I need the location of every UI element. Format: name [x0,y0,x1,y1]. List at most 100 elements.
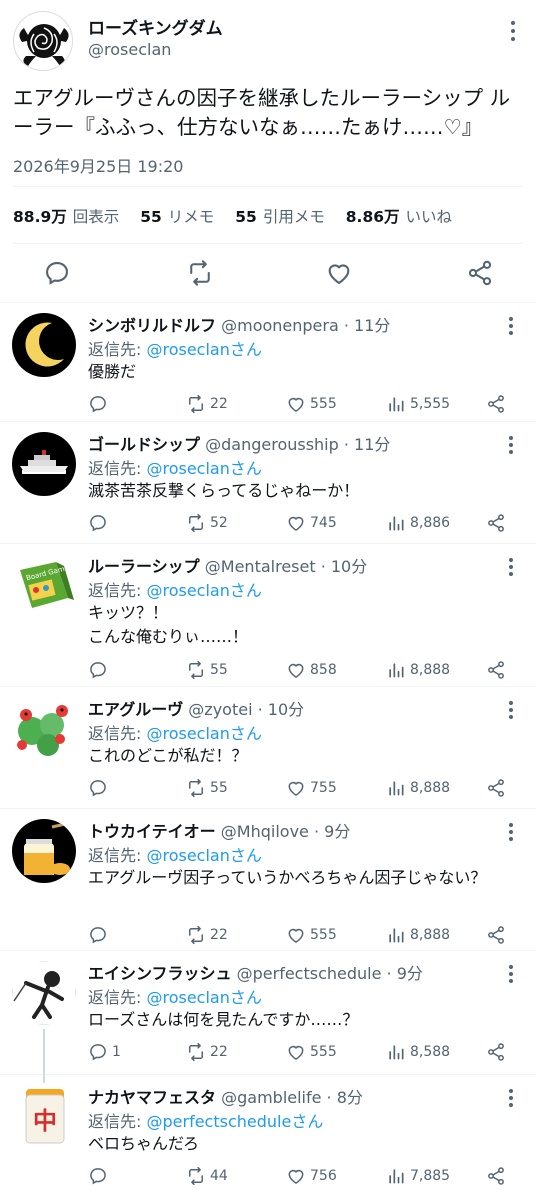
like-button[interactable]: 555 [286,1041,337,1063]
main-author-name[interactable]: ローズキングダム [88,14,223,39]
like-count: 756 [310,1168,337,1184]
reply-author-name[interactable]: ゴールドシップ [88,435,200,454]
thread-line [43,1029,45,1075]
reply-to-link[interactable]: @roseclanさん [146,724,261,743]
rose-avatar[interactable] [13,11,73,71]
reply-author-name[interactable]: トウカイテイオー [88,822,216,841]
reply-author[interactable]: トウカイテイオー @Mhqilove · 9分 [88,818,350,842]
more-options-icon[interactable] [503,821,519,843]
more-options-icon[interactable] [503,556,519,578]
reply-to-link[interactable]: @roseclanさん [146,459,261,478]
like-button[interactable]: 755 [286,777,337,799]
reply-to-link[interactable]: @roseclanさん [146,581,261,600]
reply-tweet[interactable]: トウカイテイオー @Mhqilove · 9分 返信先: @roseclanさん… [0,809,536,951]
repost-button[interactable]: 22 [186,1041,228,1063]
reply-to-link[interactable]: @perfectscheduleさん [146,1112,323,1131]
reply-button[interactable] [88,924,112,946]
reply-to-link[interactable]: @roseclanさん [146,988,261,1007]
quotes-label[interactable]: 引用メモ [263,208,325,226]
more-options-icon[interactable] [505,18,521,44]
share-button[interactable] [486,777,506,799]
share-button[interactable] [486,1165,506,1187]
like-icon[interactable] [325,259,353,287]
reply-author-name[interactable]: エアグルーヴ [88,700,183,719]
share-button[interactable] [486,924,506,946]
quotes-count[interactable]: 55 [235,208,257,226]
reply-author[interactable]: ゴールドシップ @dangerousship · 11分 [88,431,390,455]
more-options-icon[interactable] [503,315,519,337]
reply-author[interactable]: エイシンフラッシュ @perfectschedule · 9分 [88,960,423,984]
like-button[interactable]: 555 [286,924,337,946]
repost-icon[interactable] [186,259,214,287]
honey-avatar[interactable] [12,819,76,883]
reply-to-link[interactable]: @roseclanさん [146,340,261,359]
ship-avatar[interactable] [12,432,76,496]
likes-count[interactable]: 8.86万 [346,208,400,226]
reply-button[interactable] [88,512,112,534]
reply-author[interactable]: エアグルーヴ @zyotei · 10分 [88,696,304,720]
reply-author-name[interactable]: エイシンフラッシュ [88,964,232,983]
reply-tweet[interactable]: エイシンフラッシュ @perfectschedule · 9分 返信先: @ro… [0,951,536,1075]
reply-author[interactable]: ナカヤマフェスタ @gamblelife · 8分 [88,1084,363,1108]
reposts-label[interactable]: リメモ [168,208,215,226]
reply-author-meta: @moonenpera · 11分 [221,316,391,335]
views-button[interactable]: 5,555 [386,393,450,415]
views-button[interactable]: 8,888 [386,777,450,799]
views-button[interactable]: 7,885 [386,1165,450,1187]
repost-count: 52 [210,515,228,531]
like-button[interactable]: 858 [286,659,337,681]
share-button[interactable] [486,1041,506,1063]
share-button[interactable] [486,659,506,681]
reply-button[interactable] [88,777,112,799]
repost-button[interactable]: 55 [186,659,228,681]
mahjong-avatar[interactable]: 中 [12,1085,76,1149]
reply-author[interactable]: ルーラーシップ @Mentalreset · 10分 [88,553,367,577]
views-button[interactable]: 8,888 [386,924,450,946]
reply-author-name[interactable]: ナカヤマフェスタ [88,1088,216,1107]
main-tweet-timestamp[interactable]: 2026年9月25日 19:20 [13,153,183,177]
ladybug-avatar[interactable] [12,697,76,761]
repost-button[interactable]: 22 [186,924,228,946]
reply-tweet[interactable]: シンボリルドルフ @moonenpera · 11分 返信先: @rosecla… [0,303,536,422]
reply-icon[interactable] [43,259,71,287]
reply-button[interactable] [88,659,112,681]
reply-author[interactable]: シンボリルドルフ @moonenpera · 11分 [88,312,390,336]
likes-label[interactable]: いいね [406,208,453,226]
reply-tweet[interactable]: 中 ナカヤマフェスタ @gamblelife · 8分 返信先: @perfec… [0,1075,536,1200]
views-button[interactable]: 8,888 [386,659,450,681]
reply-tweet[interactable]: ゴールドシップ @dangerousship · 11分 返信先: @rosec… [0,422,536,544]
repost-count: 22 [210,396,228,412]
reply-button[interactable] [88,1165,112,1187]
share-icon[interactable] [466,259,494,287]
share-button[interactable] [486,393,506,415]
like-button[interactable]: 745 [286,512,337,534]
repost-button[interactable]: 55 [186,777,228,799]
reply-button[interactable] [88,393,112,415]
like-button[interactable]: 756 [286,1165,337,1187]
reply-button[interactable]: 1 [88,1041,121,1063]
reply-to-link[interactable]: @roseclanさん [146,846,261,865]
reply-author-name[interactable]: ルーラーシップ [88,557,200,576]
like-icon [288,663,304,678]
share-button[interactable] [486,512,506,534]
main-author-handle[interactable]: @roseclan [88,40,171,59]
more-options-icon[interactable] [503,963,519,985]
more-options-icon[interactable] [503,434,519,456]
board-game-avatar[interactable]: Board Game [12,554,76,618]
reply-tweet[interactable]: Board Game ルーラーシップ @Mentalreset · 10分 返信… [0,544,536,687]
reply-to-line: 返信先: @roseclanさん [88,842,262,866]
more-options-icon[interactable] [503,1087,519,1109]
reply-author-name[interactable]: シンボリルドルフ [88,316,216,335]
repost-button[interactable]: 52 [186,512,228,534]
reply-text: ベロちゃんだろ [88,1134,200,1153]
like-button[interactable]: 555 [286,393,337,415]
repost-button[interactable]: 44 [186,1165,228,1187]
moon-avatar[interactable] [12,313,76,377]
views-button[interactable]: 8,588 [386,1041,450,1063]
reposts-count[interactable]: 55 [140,208,162,226]
fencer-avatar[interactable] [12,961,76,1025]
reply-tweet[interactable]: エアグルーヴ @zyotei · 10分 返信先: @roseclanさん これ… [0,687,536,809]
views-button[interactable]: 8,886 [386,512,450,534]
more-options-icon[interactable] [503,699,519,721]
repost-button[interactable]: 22 [186,393,228,415]
